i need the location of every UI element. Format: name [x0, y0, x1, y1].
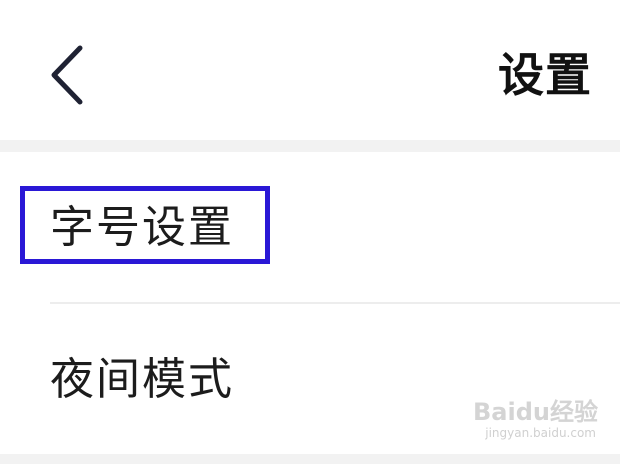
watermark-logo: Baidu经验: [473, 398, 598, 426]
back-button[interactable]: [40, 42, 96, 108]
watermark-url: jingyan.baidu.com: [485, 426, 596, 440]
font-size-setting-label: 字号设置: [50, 202, 234, 253]
font-size-setting-item[interactable]: 字号设置: [0, 152, 620, 304]
chevron-left-icon: [51, 45, 83, 105]
night-mode-setting-label: 夜间模式: [50, 354, 234, 405]
bottom-bar: [0, 454, 620, 464]
page-title: 设置: [498, 48, 592, 102]
header-bar: 设置: [0, 0, 620, 140]
watermark: Baidu经验 jingyan.baidu.com: [458, 392, 598, 450]
